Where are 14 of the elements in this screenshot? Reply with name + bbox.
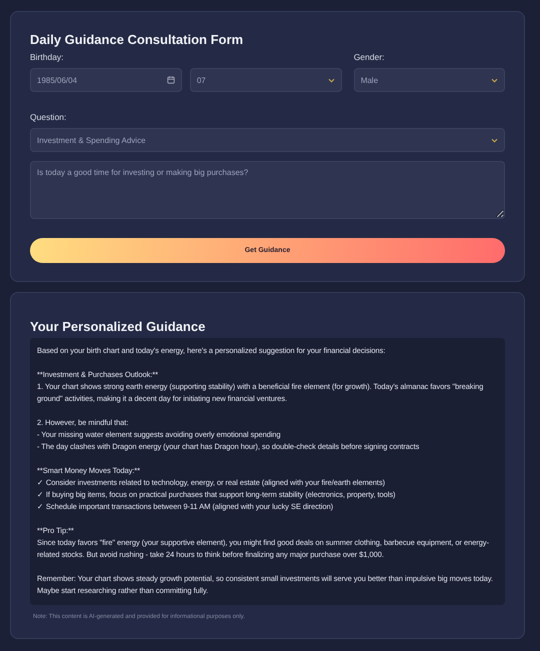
form-title: Daily Guidance Consultation Form: [30, 32, 244, 47]
gender-select[interactable]: Male: [354, 68, 505, 92]
question-select[interactable]: Investment & Spending Advice: [30, 128, 505, 152]
chevron-down-icon: [491, 138, 498, 142]
question-field[interactable]: Is today a good time for investing or making big purchases?: [30, 161, 505, 219]
chevron-down-icon: [328, 78, 335, 82]
field-label: Question:: [30, 112, 68, 122]
result-title: Your Personalized Guidance: [30, 319, 206, 334]
calendar-icon: [166, 76, 175, 84]
chevron-down-icon: [491, 78, 498, 82]
hour-select[interactable]: 07: [190, 68, 342, 92]
field-label: Gender:: [354, 52, 386, 62]
field-label: Birthday:: [30, 52, 65, 62]
date-field[interactable]: 1985/06/04: [30, 68, 182, 92]
